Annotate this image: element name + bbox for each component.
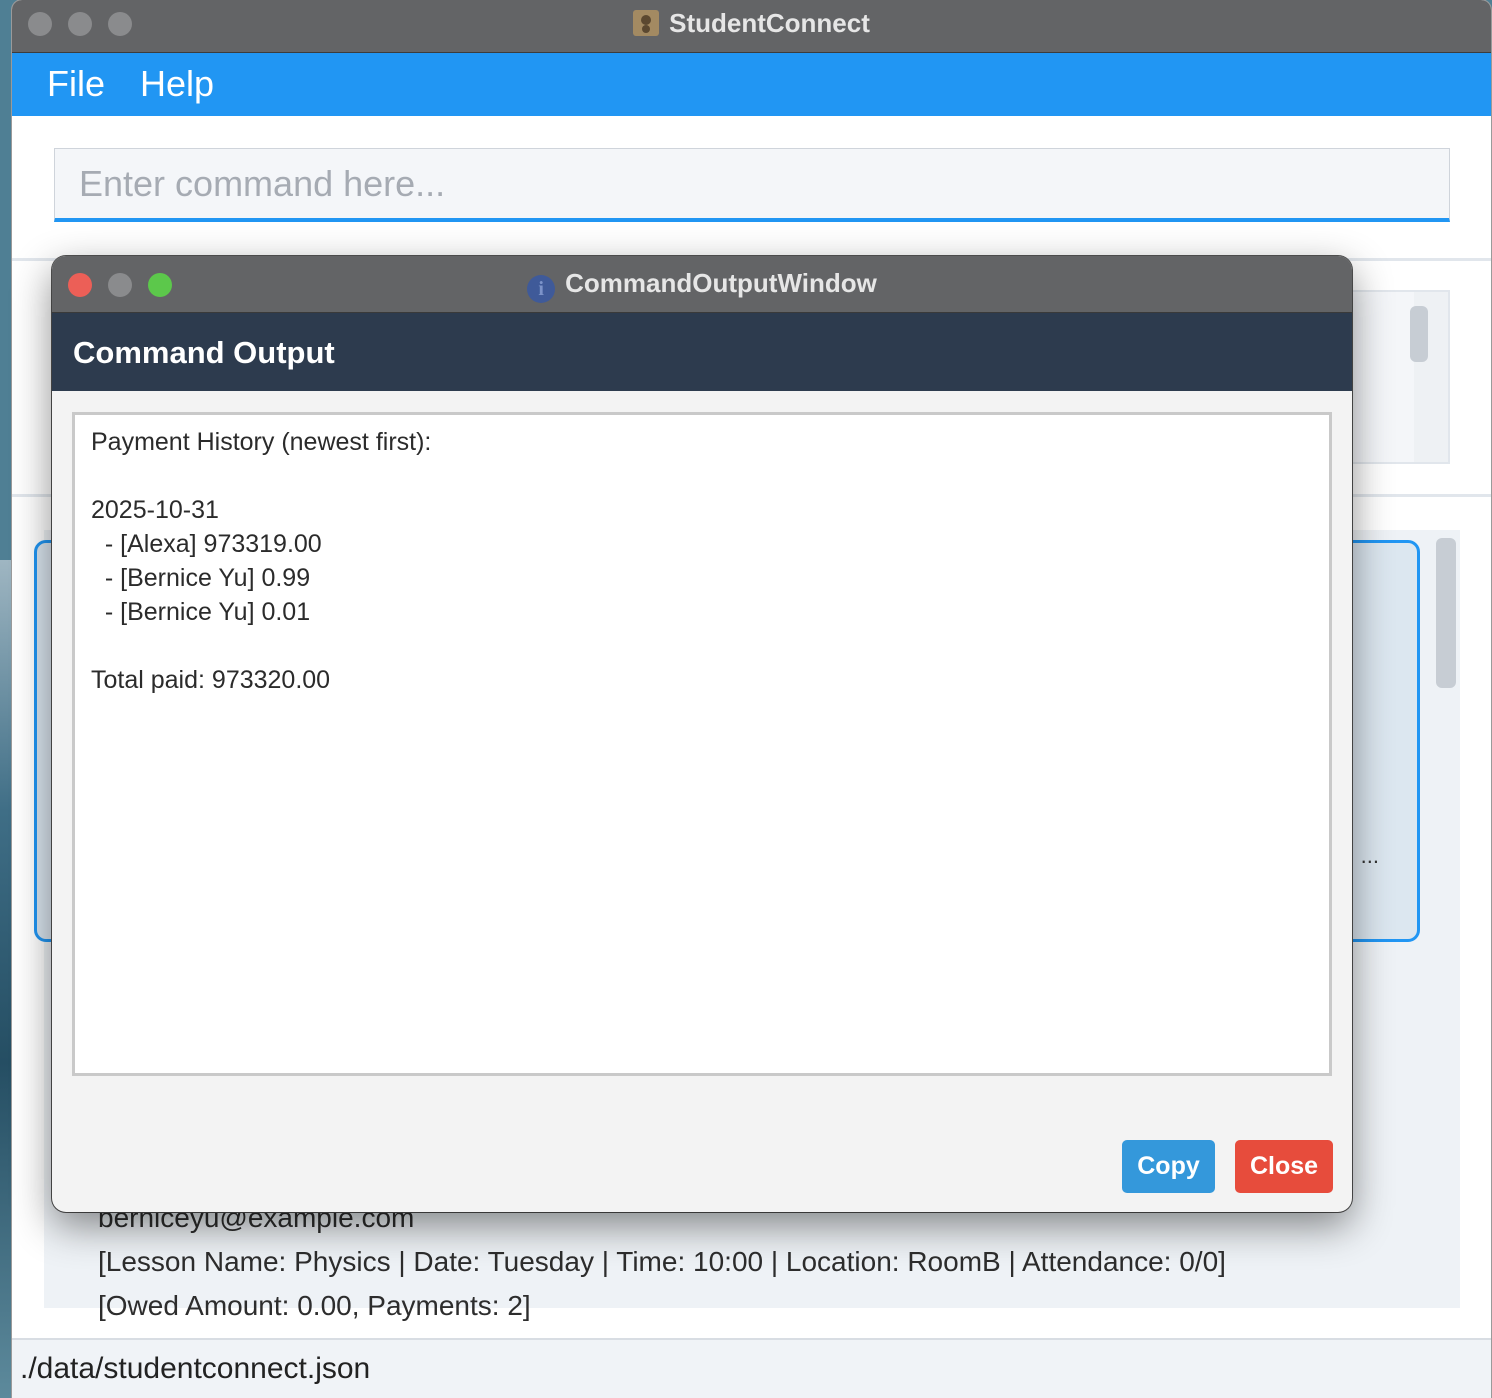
menu-bar: File Help: [12, 53, 1491, 116]
person-lesson: [Lesson Name: Physics | Date: Tuesday | …: [98, 1246, 1226, 1277]
dialog-header: Command Output: [52, 313, 1352, 391]
dialog-window-title-text: CommandOutputWindow: [565, 268, 877, 298]
result-scrollbar[interactable]: [1410, 306, 1428, 362]
contacts-book-icon: [633, 10, 660, 36]
person-list-scrollbar[interactable]: [1436, 538, 1456, 688]
info-icon: i: [527, 275, 556, 303]
window-title: StudentConnect: [12, 8, 1491, 39]
dialog-window-title: i CommandOutputWindow: [52, 268, 1352, 303]
menu-file[interactable]: File: [47, 63, 105, 105]
command-area: [12, 116, 1491, 261]
data-file-path: ./data/studentconnect.json: [20, 1352, 371, 1385]
menu-help[interactable]: Help: [140, 63, 214, 105]
card-overflow-ellipsis: ...: [1360, 843, 1379, 868]
command-output-window: i CommandOutputWindow Command Output Paym…: [52, 256, 1352, 1212]
main-titlebar: StudentConnect: [12, 0, 1491, 53]
output-line: - [Bernice Yu] 0.99: [91, 564, 311, 592]
app-title-text: StudentConnect: [669, 8, 870, 38]
command-input[interactable]: [54, 148, 1450, 222]
output-line: Total paid: 973320.00: [91, 666, 331, 694]
person-payment-summary: [Owed Amount: 0.00, Payments: 2]: [98, 1290, 531, 1321]
dialog-titlebar: i CommandOutputWindow: [52, 256, 1352, 313]
status-bar: ./data/studentconnect.json: [12, 1338, 1491, 1398]
dialog-heading: Command Output: [73, 335, 335, 370]
output-line: 2025-10-31: [91, 496, 219, 524]
output-line: - [Bernice Yu] 0.01: [91, 598, 311, 626]
output-line: Payment History (newest first):: [91, 428, 432, 456]
command-output-text[interactable]: Payment History (newest first): 2025-10-…: [72, 412, 1332, 1076]
copy-button[interactable]: Copy: [1122, 1140, 1215, 1193]
output-line: - [Alexa] 973319.00: [91, 530, 322, 558]
close-button[interactable]: Close: [1235, 1140, 1333, 1193]
